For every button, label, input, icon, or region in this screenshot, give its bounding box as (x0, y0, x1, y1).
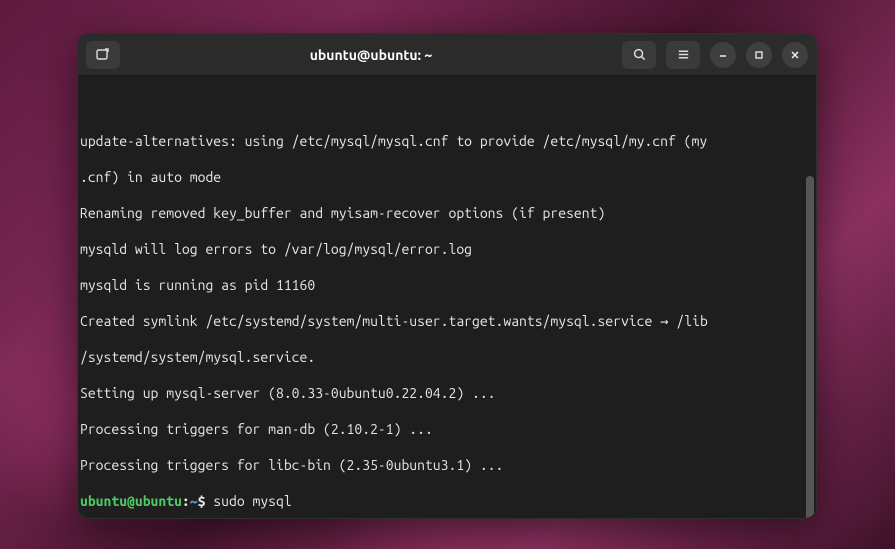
hamburger-icon (676, 47, 691, 62)
minimize-icon (717, 49, 729, 61)
minimize-button[interactable] (710, 42, 736, 68)
search-icon (632, 47, 647, 62)
command-text: sudo mysql (213, 493, 291, 509)
titlebar-right (622, 41, 808, 69)
close-button[interactable] (782, 42, 808, 68)
terminal-body[interactable]: update-alternatives: using /etc/mysql/my… (78, 76, 816, 518)
output-line: Renaming removed key_buffer and myisam-r… (80, 204, 814, 222)
prompt-user-host: ubuntu@ubuntu (80, 493, 182, 509)
terminal-window: ubuntu@ubuntu: ~ (77, 33, 817, 519)
output-line: Processing triggers for man-db (2.10.2-1… (80, 420, 814, 438)
new-tab-button[interactable] (86, 41, 120, 69)
output-line: Created symlink /etc/systemd/system/mult… (80, 312, 814, 330)
titlebar: ubuntu@ubuntu: ~ (78, 34, 816, 76)
output-line: .cnf) in auto mode (80, 168, 814, 186)
menu-button[interactable] (666, 41, 700, 69)
scrollbar-thumb[interactable] (806, 176, 814, 518)
prompt-colon: : (182, 493, 190, 509)
new-tab-icon (95, 47, 111, 63)
close-icon (789, 49, 801, 61)
prompt-line: ubuntu@ubuntu:~$ sudo mysql (80, 492, 814, 510)
maximize-icon (753, 49, 765, 61)
output-line: Setting up mysql-server (8.0.33-0ubuntu0… (80, 384, 814, 402)
output-line: /systemd/system/mysql.service. (80, 348, 814, 366)
output-line: mysqld will log errors to /var/log/mysql… (80, 240, 814, 258)
prompt-dollar: $ (198, 493, 214, 509)
titlebar-left (86, 41, 120, 69)
output-line: mysqld is running as pid 11160 (80, 276, 814, 294)
search-button[interactable] (622, 41, 656, 69)
output-line: Processing triggers for libc-bin (2.35-0… (80, 456, 814, 474)
window-title: ubuntu@ubuntu: ~ (120, 47, 622, 63)
maximize-button[interactable] (746, 42, 772, 68)
terminal-content: update-alternatives: using /etc/mysql/my… (80, 114, 814, 518)
prompt-path: ~ (190, 493, 198, 509)
output-line: update-alternatives: using /etc/mysql/my… (80, 132, 814, 150)
